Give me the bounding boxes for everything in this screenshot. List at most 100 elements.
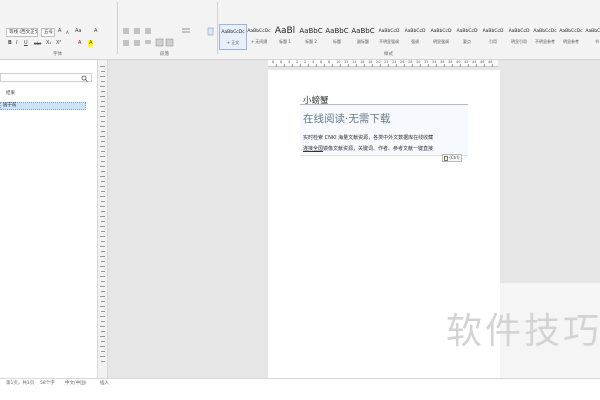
style-item[interactable]: AaBbCcD 强调 bbox=[401, 24, 429, 50]
underline-button[interactable]: U bbox=[24, 40, 28, 47]
style-item[interactable]: AaBbCcD 要点 bbox=[453, 24, 481, 50]
heading-block[interactable]: 在线阅读·无需下载 实时检索 CNKI 海量文献资源，各类中外文数据库在线收藏 … bbox=[300, 104, 468, 156]
style-item[interactable]: AaBbC 标题 bbox=[323, 24, 351, 50]
superscript-button[interactable]: X² bbox=[56, 40, 61, 47]
bold-button[interactable]: B bbox=[8, 40, 12, 47]
underlined-link-text[interactable]: 连接全国 bbox=[303, 146, 323, 152]
ruler-number: 8 bbox=[272, 60, 275, 64]
ruler-tick bbox=[484, 64, 485, 67]
style-preview: AaBbCcD bbox=[482, 29, 504, 34]
watermark-text: 软件技巧 bbox=[446, 311, 600, 352]
style-item[interactable]: AaBl 标题 1 bbox=[271, 24, 299, 50]
ruler-tick bbox=[100, 286, 105, 287]
style-name: 引用 bbox=[489, 39, 497, 44]
ruler-tick bbox=[101, 131, 105, 132]
ruler-number: 4 bbox=[288, 60, 291, 64]
status-mode[interactable]: 插入 bbox=[100, 380, 109, 386]
nav-result-item[interactable]: 居于前 bbox=[0, 102, 86, 110]
ruler-number: 2 bbox=[296, 60, 299, 64]
style-gallery: AaBbCcDc + 正文 AaBbCcDc + 无间隔 AaBl 标题 1 AaBbC 标题… bbox=[219, 24, 600, 50]
ruler-tick bbox=[460, 64, 461, 67]
ruler-tick bbox=[100, 326, 105, 327]
ruler-tick bbox=[100, 66, 105, 67]
ruler-tick bbox=[412, 64, 413, 67]
ruler-tick bbox=[348, 64, 349, 67]
style-item[interactable]: AaBbCcD 不明显强调 bbox=[375, 24, 403, 50]
vertical-ruler bbox=[98, 60, 108, 378]
strike-button[interactable]: abc bbox=[34, 40, 41, 47]
style-name: 副标题 bbox=[357, 39, 369, 44]
ribbon: 等线 (西文正文) 五号 A A Aa A B I U abc X₂ X² A … bbox=[0, 0, 600, 60]
ruler-tick bbox=[101, 121, 105, 122]
heading-text[interactable]: 在线阅读·无需下载 bbox=[303, 111, 390, 126]
status-page[interactable]: 第1页，共1页 bbox=[6, 380, 34, 386]
paragraph-tools-icon[interactable] bbox=[122, 27, 214, 47]
ruler-tick bbox=[101, 351, 105, 352]
style-preview: AaBbCcD bbox=[378, 29, 400, 34]
paragraph-body-1[interactable]: 实时检索 CNKI 海量文献资源，各类中外文数据库在线收藏 bbox=[303, 134, 433, 141]
ruler-tick bbox=[101, 291, 105, 292]
style-item[interactable]: AaBbCcDc 明显参考 bbox=[557, 24, 585, 50]
style-item[interactable]: AaBbCcD 明显强调 bbox=[427, 24, 455, 50]
ruler-tick bbox=[372, 64, 373, 67]
style-item[interactable]: AaBbCcDc 不明显参考 bbox=[531, 24, 559, 50]
style-item[interactable]: AaBbCcDc + 无间隔 bbox=[245, 24, 273, 50]
ruler-tick bbox=[101, 91, 105, 92]
ruler-tick bbox=[100, 166, 105, 167]
ruler-tick bbox=[100, 106, 105, 107]
ruler-tick bbox=[276, 64, 277, 67]
ruler-tick bbox=[100, 126, 105, 127]
change-case-button[interactable]: Aa bbox=[75, 28, 81, 35]
style-preview: AaBbCcD bbox=[430, 29, 452, 34]
style-preview: AaBbCcDc bbox=[247, 29, 271, 34]
ruler-tick bbox=[101, 211, 105, 212]
style-name: 明显强调 bbox=[433, 39, 449, 44]
grow-font-button[interactable]: A bbox=[58, 28, 61, 35]
magnifier-icon[interactable] bbox=[81, 75, 88, 82]
ruler-tick bbox=[100, 196, 105, 197]
ruler-tick bbox=[101, 81, 105, 82]
clear-format-button[interactable]: A bbox=[94, 28, 97, 35]
ruler-tick bbox=[100, 206, 105, 207]
paragraph-body-2[interactable]: 连接全国镜像文献资源，关键词、作者、参考文献一键直接 bbox=[303, 145, 433, 152]
ruler-tick bbox=[468, 64, 469, 67]
ruler-tick bbox=[101, 111, 105, 112]
style-item[interactable]: AaBbCcDc 书 bbox=[583, 24, 600, 50]
style-name: 标题 bbox=[333, 39, 341, 44]
style-name: 强调 bbox=[411, 39, 419, 44]
ruler-tick bbox=[100, 186, 105, 187]
style-preview: AaBl bbox=[274, 26, 296, 36]
shrink-font-button[interactable]: A bbox=[66, 29, 69, 36]
ruler-tick bbox=[100, 356, 105, 357]
subscript-button[interactable]: X₂ bbox=[46, 40, 51, 47]
style-item[interactable]: AaBbC 标题 2 bbox=[297, 24, 325, 50]
style-item[interactable]: AaBbCcD 引用 bbox=[479, 24, 507, 50]
ruler-number: 6 bbox=[320, 60, 323, 64]
highlight-button[interactable]: A bbox=[88, 40, 94, 47]
ruler-tick bbox=[428, 64, 429, 67]
ruler-tick bbox=[404, 64, 405, 67]
ruler-tick bbox=[316, 64, 317, 67]
ruler-tick bbox=[101, 361, 105, 362]
paste-options-button[interactable]: (Ctrl) bbox=[442, 154, 462, 162]
status-language[interactable]: 中文(中国) bbox=[65, 380, 87, 386]
nav-tab-results[interactable]: 结果 bbox=[6, 90, 15, 96]
ruler-tick bbox=[101, 321, 105, 322]
font-color-button[interactable]: A bbox=[78, 40, 81, 47]
ruler-number: 2 bbox=[304, 60, 307, 64]
ruler-tick bbox=[100, 156, 105, 157]
italic-button[interactable]: I bbox=[16, 40, 17, 47]
ruler-tick bbox=[101, 251, 105, 252]
font-name-select[interactable]: 等线 (西文正文) bbox=[6, 28, 38, 37]
style-item[interactable]: AaBbC 副标题 bbox=[349, 24, 377, 50]
status-words[interactable]: 58个字 bbox=[40, 380, 55, 386]
style-preview: AaBbCcD bbox=[456, 29, 478, 34]
nav-search-input[interactable] bbox=[0, 73, 92, 82]
ruler-tick bbox=[101, 221, 105, 222]
style-item[interactable]: AaBbCcD 明显引用 bbox=[505, 24, 533, 50]
style-item[interactable]: AaBbCcDc + 正文 bbox=[219, 24, 247, 50]
font-size-select[interactable]: 五号 bbox=[41, 28, 55, 37]
ruler-number: 8 bbox=[328, 60, 331, 64]
ruler-tick bbox=[100, 176, 105, 177]
style-preview: AaBbC bbox=[351, 27, 375, 35]
